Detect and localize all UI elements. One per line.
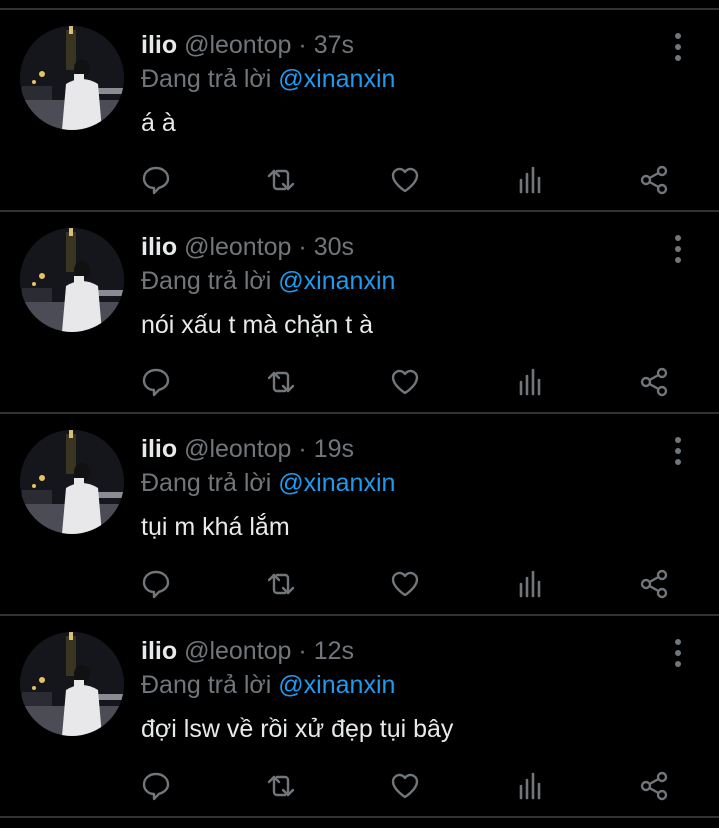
user-name[interactable]: ilio [141, 233, 177, 261]
tweet-feed: ilio @leontop · 37s Đang trả lời @xinanx… [0, 0, 719, 828]
timestamp[interactable]: 19s [314, 435, 354, 463]
replying-prefix: Đang trả lời [141, 671, 272, 699]
avatar[interactable] [20, 632, 124, 736]
user-name[interactable]: ilio [141, 31, 177, 59]
analytics-icon[interactable] [510, 564, 550, 604]
analytics-icon[interactable] [510, 362, 550, 402]
avatar[interactable] [20, 430, 124, 534]
avatar-photo [20, 26, 124, 130]
separator-dot: · [298, 233, 307, 261]
like-icon[interactable] [385, 160, 425, 200]
like-icon[interactable] [385, 766, 425, 806]
reply-icon[interactable] [136, 564, 176, 604]
separator-dot: · [298, 31, 307, 59]
tweet-text: tụi m khá lắm [141, 513, 290, 541]
replying-to: Đang trả lời @xinanxin [141, 670, 395, 700]
avatar-photo [20, 632, 124, 736]
more-vertical-icon[interactable] [667, 32, 689, 62]
analytics-icon[interactable] [510, 766, 550, 806]
tweet-item[interactable]: ilio @leontop · 19s Đang trả lời @xinanx… [0, 414, 719, 616]
share-icon[interactable] [634, 766, 674, 806]
retweet-icon[interactable] [261, 766, 301, 806]
user-handle[interactable]: @leontop [184, 233, 291, 261]
share-icon[interactable] [634, 362, 674, 402]
replying-to: Đang trả lời @xinanxin [141, 468, 395, 498]
reply-icon[interactable] [136, 362, 176, 402]
tweet-header: ilio @leontop · 30s [141, 232, 354, 262]
tweet-item[interactable]: ilio @leontop · 30s Đang trả lời @xinanx… [0, 212, 719, 414]
avatar-photo [20, 228, 124, 332]
separator-dot: · [298, 435, 307, 463]
mention-link[interactable]: @xinanxin [278, 65, 395, 93]
action-bar [0, 766, 719, 810]
tweet-text: đợi lsw về rồi xử đẹp tụi bây [141, 715, 454, 743]
user-handle[interactable]: @leontop [184, 31, 291, 59]
tweet-text: nói xấu t mà chặn t à [141, 311, 374, 339]
mention-link[interactable]: @xinanxin [278, 671, 395, 699]
retweet-icon[interactable] [261, 362, 301, 402]
separator-dot: · [298, 637, 307, 665]
tweet-item[interactable]: ilio @leontop · 37s Đang trả lời @xinanx… [0, 10, 719, 212]
user-handle[interactable]: @leontop [184, 435, 291, 463]
action-bar [0, 564, 719, 608]
more-vertical-icon[interactable] [667, 234, 689, 264]
reply-icon[interactable] [136, 766, 176, 806]
user-handle[interactable]: @leontop [184, 637, 291, 665]
more-vertical-icon[interactable] [667, 638, 689, 668]
reply-icon[interactable] [136, 160, 176, 200]
analytics-icon[interactable] [510, 160, 550, 200]
retweet-icon[interactable] [261, 160, 301, 200]
avatar[interactable] [20, 228, 124, 332]
timestamp[interactable]: 37s [314, 31, 354, 59]
avatar[interactable] [20, 26, 124, 130]
action-bar [0, 362, 719, 406]
timestamp[interactable]: 12s [314, 637, 354, 665]
mention-link[interactable]: @xinanxin [278, 469, 395, 497]
replying-prefix: Đang trả lời [141, 65, 272, 93]
tweet-header: ilio @leontop · 12s [141, 636, 354, 666]
tweet-header: ilio @leontop · 19s [141, 434, 354, 464]
action-bar [0, 160, 719, 204]
share-icon[interactable] [634, 160, 674, 200]
avatar-photo [20, 430, 124, 534]
user-name[interactable]: ilio [141, 637, 177, 665]
replying-prefix: Đang trả lời [141, 469, 272, 497]
replying-to: Đang trả lời @xinanxin [141, 64, 395, 94]
mention-link[interactable]: @xinanxin [278, 267, 395, 295]
like-icon[interactable] [385, 564, 425, 604]
like-icon[interactable] [385, 362, 425, 402]
tweet-text: á à [141, 109, 176, 137]
share-icon[interactable] [634, 564, 674, 604]
retweet-icon[interactable] [261, 564, 301, 604]
replying-to: Đang trả lời @xinanxin [141, 266, 395, 296]
tweet-header: ilio @leontop · 37s [141, 30, 354, 60]
user-name[interactable]: ilio [141, 435, 177, 463]
more-vertical-icon[interactable] [667, 436, 689, 466]
timestamp[interactable]: 30s [314, 233, 354, 261]
tweet-item[interactable]: ilio @leontop · 12s Đang trả lời @xinanx… [0, 616, 719, 818]
replying-prefix: Đang trả lời [141, 267, 272, 295]
